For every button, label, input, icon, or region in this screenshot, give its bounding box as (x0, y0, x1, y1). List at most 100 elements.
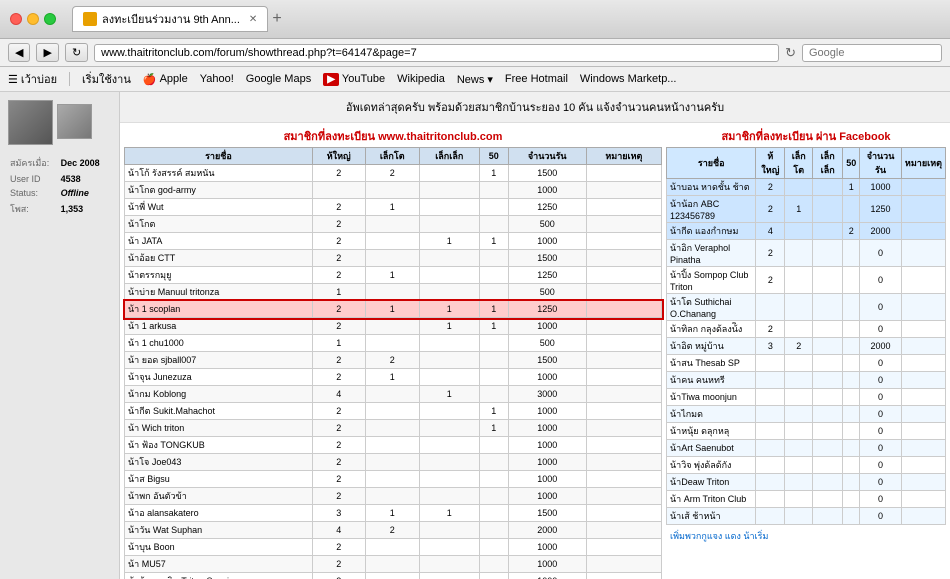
bookmark-home[interactable]: ☰ เว้าบ่อย (8, 70, 57, 88)
table-cell (586, 386, 661, 403)
table-cell: น้ากีต Sukit.Mahachot (125, 403, 313, 420)
table-row: น้า MU5721000 (125, 556, 662, 573)
table-cell: 1 (419, 318, 479, 335)
bookmark-label: เริ่มใช้งาน (82, 70, 131, 88)
table-cell: 2 (312, 403, 365, 420)
posts-value: 1,353 (61, 201, 109, 217)
reload-button[interactable]: ↻ (65, 43, 88, 62)
table-cell: 2 (312, 471, 365, 488)
col-header-small: เล็กเล็ก (419, 148, 479, 165)
table-row: น้าจุน Junezuza211000 (125, 369, 662, 386)
maximize-button[interactable] (44, 13, 56, 25)
table-cell (813, 406, 843, 423)
table-cell (419, 267, 479, 284)
forward-button[interactable]: ▶ (36, 43, 58, 62)
table-cell: น้าปิ้ง Sompop Club Triton (667, 267, 756, 294)
col-header-big: ห้ใหญ่ (312, 148, 365, 165)
table-row: น้าส Bigsu21000 (125, 471, 662, 488)
bookmark-yahoo[interactable]: Yahoo! (200, 73, 234, 85)
minimize-button[interactable] (27, 13, 39, 25)
table-cell: 1 (365, 505, 419, 522)
fb-col-small: เล็กเล็ก (813, 148, 843, 179)
url-bar[interactable] (94, 44, 779, 62)
table-cell: น้า Arm Triton Club (667, 491, 756, 508)
table-row: น้าโกต god-army1000 (125, 182, 662, 199)
table-cell: น้าพี่ Wut (125, 199, 313, 216)
table-row: น้าDeaw Triton0 (667, 474, 946, 491)
table-cell (365, 318, 419, 335)
table-cell (843, 294, 860, 321)
table-cell: 1000 (508, 420, 586, 437)
table-cell (756, 389, 785, 406)
table-cell: 1 (479, 233, 508, 250)
table-cell (479, 505, 508, 522)
table-cell (901, 372, 945, 389)
table-cell (419, 437, 479, 454)
fb-col-big: ห้ใหญ่ (756, 148, 785, 179)
table-cell (479, 556, 508, 573)
table-cell: 3 (756, 338, 785, 355)
search-input[interactable] (802, 44, 942, 62)
table-row: น้าโกต2500 (125, 216, 662, 233)
member-since-value: Dec 2008 (61, 155, 109, 171)
table-cell (813, 474, 843, 491)
left-table-title: สมาชิกที่ลงทะเบียน www.thaitritonclub.co… (124, 127, 662, 145)
status-label: Status: (10, 187, 59, 199)
table-cell: น้าส Bigsu (125, 471, 313, 488)
bookmark-start[interactable]: เริ่มใช้งาน (82, 70, 131, 88)
table-row: น้าเส้ ช้าหน้า0 (667, 508, 946, 525)
table-cell (756, 508, 785, 525)
table-cell (813, 457, 843, 474)
table-cell (785, 267, 813, 294)
table-row: น้าArt Saenubot0 (667, 440, 946, 457)
table-cell (813, 491, 843, 508)
close-button[interactable] (10, 13, 22, 25)
table-cell: น้าโกต (125, 216, 313, 233)
table-cell (813, 508, 843, 525)
table-cell: 1 (365, 301, 419, 318)
table-cell: 2 (365, 165, 419, 182)
table-cell: 2 (312, 216, 365, 233)
table-cell (479, 352, 508, 369)
new-tab-button[interactable]: + (272, 10, 281, 28)
table-row: น้าคน คนหทรี0 (667, 372, 946, 389)
table-cell: 2 (312, 454, 365, 471)
table-cell (586, 199, 661, 216)
table-cell (756, 355, 785, 372)
main-content: สมัครเมื่อ: Dec 2008 User ID 4538 Status… (0, 92, 950, 579)
table-cell (813, 372, 843, 389)
bookmark-hotmail[interactable]: Free Hotmail (505, 73, 568, 85)
fb-col-name: รายชื่อ (667, 148, 756, 179)
address-bar: ◀ ▶ ↻ ↻ (0, 39, 950, 67)
table-cell: 0 (860, 474, 902, 491)
tab-close-button[interactable]: ✕ (249, 14, 257, 25)
table-cell (419, 165, 479, 182)
table-cell: 2 (312, 267, 365, 284)
table-cell (419, 522, 479, 539)
table-row: น้า 1 scoplan21111250 (125, 301, 662, 318)
avatar-primary (8, 100, 53, 145)
back-button[interactable]: ◀ (8, 43, 30, 62)
bookmark-news[interactable]: News ▾ (457, 73, 493, 86)
bookmark-apple[interactable]: 🍎 Apple (143, 73, 188, 86)
table-cell (479, 454, 508, 471)
table-row: น้าพก อันตัวข้า21000 (125, 488, 662, 505)
table-cell (813, 179, 843, 196)
table-cell: 1000 (860, 179, 902, 196)
table-row: น้าบ่าย Manuul tritonza1500 (125, 284, 662, 301)
table-cell (479, 437, 508, 454)
bookmark-windows[interactable]: Windows Marketp... (580, 73, 677, 85)
bookmark-youtube[interactable]: ▶ YouTube (323, 73, 385, 86)
table-row: น้าอิก Veraphol Pinatha20 (667, 240, 946, 267)
table-cell (843, 267, 860, 294)
table-cell (365, 420, 419, 437)
active-tab[interactable]: ลงทะเบียนร่วมงาน 9th Ann... ✕ (72, 6, 268, 32)
table-cell (901, 457, 945, 474)
table-cell (756, 406, 785, 423)
table-cell (419, 250, 479, 267)
table-row: น้า 1 arkusa2111000 (125, 318, 662, 335)
bookmark-label: Google Maps (246, 73, 311, 85)
table-cell (586, 539, 661, 556)
bookmark-wikipedia[interactable]: Wikipedia (397, 73, 445, 85)
bookmark-googlemaps[interactable]: Google Maps (246, 73, 311, 85)
